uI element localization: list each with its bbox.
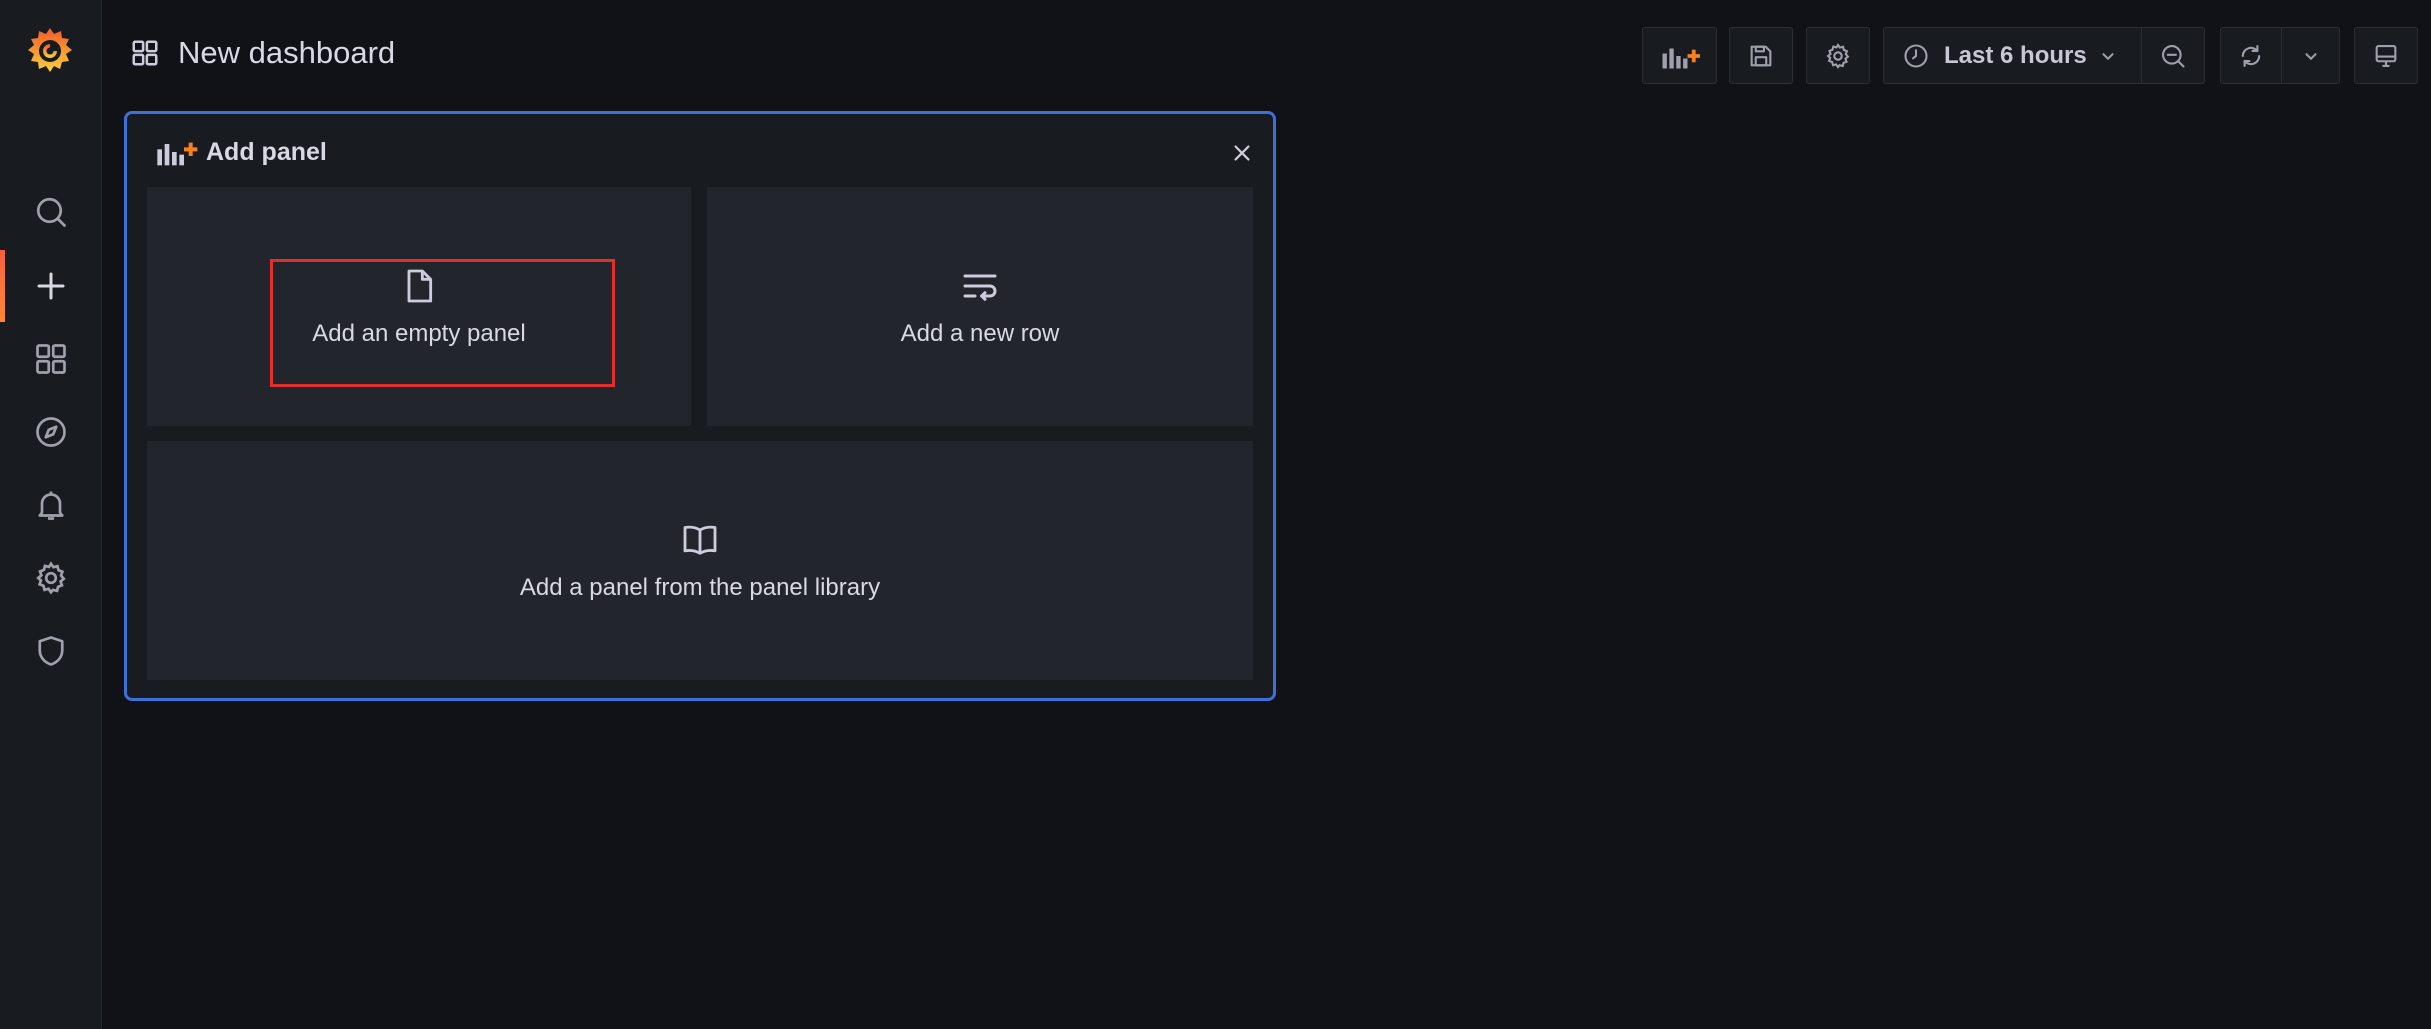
chevron-down-icon [2102,52,2114,60]
active-indicator [0,250,5,322]
compass-icon [36,417,66,447]
refresh-interval-dropdown[interactable] [2282,27,2340,84]
add-panel-header: Add panel [154,134,327,170]
refresh-group [2220,27,2340,84]
add-new-row-label: Add a new row [900,319,1060,347]
add-panel-icon [1662,48,1700,68]
sidebar-item-create[interactable] [0,250,102,322]
close-icon [1234,145,1250,161]
plus-icon [37,272,65,300]
shield-icon [38,636,64,666]
time-range-picker[interactable]: Last 6 hours [1883,27,2142,84]
add-panel-icon [157,142,198,166]
sidebar-item-configuration[interactable] [0,548,102,608]
sidebar-item-alerting[interactable] [0,475,102,535]
apps-icon [36,344,66,374]
add-empty-panel-tile[interactable]: Add an empty panel [147,187,691,426]
zoom-out-icon [2162,44,2185,68]
bell-icon [38,491,64,520]
zoom-out-button[interactable] [2142,27,2205,84]
dashboard-settings-button[interactable] [1806,27,1870,84]
add-library-panel-tile[interactable]: Add a panel from the panel library [147,441,1253,680]
chevron-down-icon [2304,52,2317,60]
close-button[interactable] [1229,140,1255,166]
add-panel-widget: Add panel Add an empty panel Add a new r… [124,111,1276,701]
sidebar [0,0,102,1029]
apps-icon [132,40,158,66]
add-empty-panel-label: Add an empty panel [312,319,526,347]
page-title[interactable]: New dashboard [178,35,395,71]
time-range-group: Last 6 hours [1883,27,2205,84]
sidebar-item-explore[interactable] [0,402,102,462]
refresh-icon [2241,44,2261,67]
add-new-row-tile[interactable]: Add a new row [707,187,1253,426]
wrap-text-icon [963,274,997,301]
sidebar-item-server-admin[interactable] [0,621,102,681]
sidebar-item-search[interactable] [0,182,102,242]
save-dashboard-button[interactable] [1729,27,1793,84]
save-icon [1750,45,1772,66]
gear-icon [36,561,66,595]
add-library-panel-label: Add a panel from the panel library [519,573,881,601]
dashboard-breadcrumb: New dashboard [130,28,395,78]
monitor-icon [2375,44,2397,67]
file-icon [407,269,433,302]
add-panel-title: Add panel [206,137,327,166]
clock-icon [1904,43,1928,68]
cycle-view-mode-button[interactable] [2354,27,2418,84]
time-range-label: Last 6 hours [1944,41,2087,69]
grafana-logo-icon[interactable] [24,24,76,78]
gear-icon [1826,42,1850,69]
sidebar-item-dashboards[interactable] [0,329,102,389]
search-icon [36,197,66,227]
refresh-button[interactable] [2220,27,2282,84]
book-open-icon [683,525,717,555]
add-panel-button[interactable] [1642,27,1717,84]
